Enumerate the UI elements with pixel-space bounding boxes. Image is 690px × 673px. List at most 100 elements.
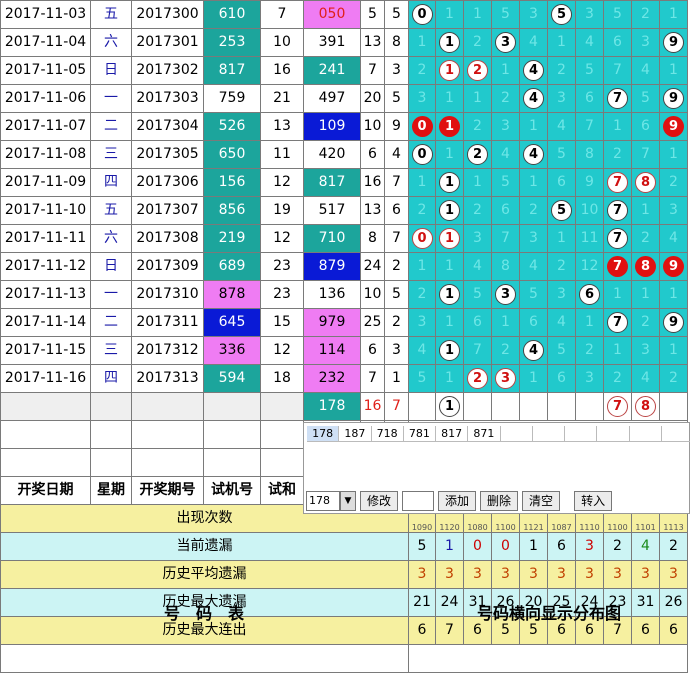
stats-value: 2: [659, 532, 688, 561]
clear-button[interactable]: 清空: [522, 491, 561, 511]
candidate-item[interactable]: 817: [436, 426, 469, 442]
candidate-item[interactable]: 187: [339, 426, 372, 442]
number-ball: 3: [495, 31, 516, 53]
number-input[interactable]: [402, 491, 435, 511]
number-ball: 1: [439, 283, 460, 305]
span-value: 10: [360, 112, 385, 141]
period-number: 2017305: [131, 140, 204, 169]
stats-row: 当前遗漏 5 1 0 0 1 6 3 2 4 2: [0, 532, 688, 561]
table-row[interactable]: 2017-11-05 日 2017302 817 16 241 7 3 2 1 2 1 4 2 5 7 4 1: [0, 56, 688, 85]
blank-cell: [0, 392, 91, 421]
blank-cell: [131, 420, 204, 449]
table-row[interactable]: 2017-11-16 四 2017313 594 18 232 7 1 5 1 2 3 1 6 3 2 4 2: [0, 364, 688, 393]
table-row[interactable]: 2017-11-13 一 2017310 878 23 136 10 5 2 1 5 3 5 3 6 1 1 1: [0, 280, 688, 309]
candidate-list[interactable]: 178 187 718 781 817 871: [307, 426, 690, 442]
table-row[interactable]: 2017-11-12 日 2017309 689 23 879 24 2 1 1 4 8 4 2 12 7 8 9: [0, 252, 688, 281]
distribution-cell: 1: [463, 84, 492, 113]
distribution-cell: 3: [575, 364, 604, 393]
delete-button[interactable]: 删除: [480, 491, 519, 511]
distribution-cell: 1: [435, 112, 464, 141]
distribution-cell: 5: [547, 336, 576, 365]
weekday: 六: [90, 28, 132, 57]
distribution-cell: 2: [408, 196, 436, 225]
stats-value: 3: [547, 560, 576, 589]
number-ball: 8: [635, 255, 656, 277]
number-ball: 9: [663, 115, 684, 137]
trial-number: 219: [203, 224, 261, 253]
import-button[interactable]: 转入: [574, 491, 613, 511]
distribution-cell: 3: [631, 336, 660, 365]
distribution-cell: 3: [408, 84, 436, 113]
period-number: 2017308: [131, 224, 204, 253]
candidate-item[interactable]: 781: [403, 426, 436, 442]
table-row[interactable]: 2017-11-07 二 2017304 526 13 109 10 9 0 1 2 3 1 4 7 1 6 9: [0, 112, 688, 141]
distribution-cell: 1: [435, 140, 464, 169]
table-row[interactable]: 2017-11-11 六 2017308 219 12 710 8 7 0 1 3 7 3 1 11 7 2 4: [0, 224, 688, 253]
distribution-cell: 0: [408, 224, 436, 253]
blank-cell: [203, 420, 261, 449]
candidate-select[interactable]: 178: [306, 491, 340, 511]
distribution-cell: 3: [491, 28, 520, 57]
stats-value: 3: [631, 560, 660, 589]
modify-button[interactable]: 修改: [360, 491, 399, 511]
distribution-cell: 1: [603, 280, 632, 309]
winning-number: 232: [303, 364, 361, 393]
stats-value: 3: [463, 560, 492, 589]
candidate-item[interactable]: 871: [468, 426, 501, 442]
distribution-cell: 2: [631, 224, 660, 253]
footer-right: [408, 644, 688, 673]
distribution-cell: 2: [659, 168, 688, 197]
winning-number: 391: [303, 28, 361, 57]
distribution-cell: 7: [603, 168, 632, 197]
trial-number: 645: [203, 308, 261, 337]
draw-date: 2017-11-15: [0, 336, 91, 365]
candidate-item[interactable]: 718: [371, 426, 404, 442]
table-row[interactable]: 2017-11-04 六 2017301 253 10 391 13 8 1 1 2 3 4 1 4 6 3 9: [0, 28, 688, 57]
candidate-item[interactable]: 178: [307, 426, 340, 442]
number-ball: 4: [523, 87, 544, 109]
distribution-cell: 1: [491, 308, 520, 337]
trial-number: 336: [203, 336, 261, 365]
distribution-cell: 2: [408, 280, 436, 309]
chevron-down-icon[interactable]: ▼: [340, 491, 356, 511]
span-value: 13: [360, 196, 385, 225]
distribution-cell: 0: [408, 0, 436, 29]
table-row[interactable]: 2017-11-10 五 2017307 856 19 517 13 6 2 1 2 6 2 5 10 7 1 3: [0, 196, 688, 225]
distribution-cell: 1: [463, 168, 492, 197]
trial-number: 610: [203, 0, 261, 29]
stats-value: 1: [435, 532, 464, 561]
distribution-cell: 7: [603, 308, 632, 337]
k-value: 7: [384, 224, 409, 253]
distribution-cell: 2: [547, 252, 576, 281]
k-value: 4: [384, 140, 409, 169]
stats-value: 4: [631, 532, 660, 561]
add-button[interactable]: 添加: [438, 491, 477, 511]
stats-value: 3: [659, 560, 688, 589]
distribution-cell: 1: [435, 336, 464, 365]
distribution-cell: 1: [659, 56, 688, 85]
stats-value: 5: [408, 532, 436, 561]
table-row[interactable]: 2017-11-15 三 2017312 336 12 114 6 3 4 1 7 2 4 5 2 1 3 1: [0, 336, 688, 365]
weekday: 六: [90, 224, 132, 253]
distribution-cell: 3: [575, 0, 604, 29]
distribution-cell: 2: [463, 28, 492, 57]
stats-value: 3: [575, 560, 604, 589]
table-row[interactable]: 2017-11-14 二 2017311 645 15 979 25 2 3 1 6 1 6 4 1 7 2 9: [0, 308, 688, 337]
distribution-cell: 4: [491, 140, 520, 169]
blank-cell: [203, 392, 261, 421]
distribution-cell: 6: [519, 308, 548, 337]
distribution-cell: 3: [547, 280, 576, 309]
distribution-cell: 1: [659, 336, 688, 365]
span-value: 20: [360, 84, 385, 113]
table-row[interactable]: 2017-11-09 四 2017306 156 12 817 16 7 1 1 1 5 1 6 9 7 8 2: [0, 168, 688, 197]
distribution-cell: 7: [603, 56, 632, 85]
draw-date: 2017-11-08: [0, 140, 91, 169]
distribution-cell: 8: [631, 168, 660, 197]
table-row[interactable]: 2017-11-08 三 2017305 650 11 420 6 4 0 1 2 4 4 5 8 2 7 1: [0, 140, 688, 169]
table-row[interactable]: 2017-11-03 五 2017300 610 7 050 5 5 0 1 1 5 3 5 3 5 2 1: [0, 0, 688, 29]
distribution-cell: 1: [631, 196, 660, 225]
distribution-cell: 1: [659, 280, 688, 309]
distribution-cell: 1: [435, 168, 464, 197]
distribution-cell: 1: [435, 224, 464, 253]
table-row[interactable]: 2017-11-06 一 2017303 759 21 497 20 5 3 1 1 2 4 3 6 7 5 9: [0, 84, 688, 113]
